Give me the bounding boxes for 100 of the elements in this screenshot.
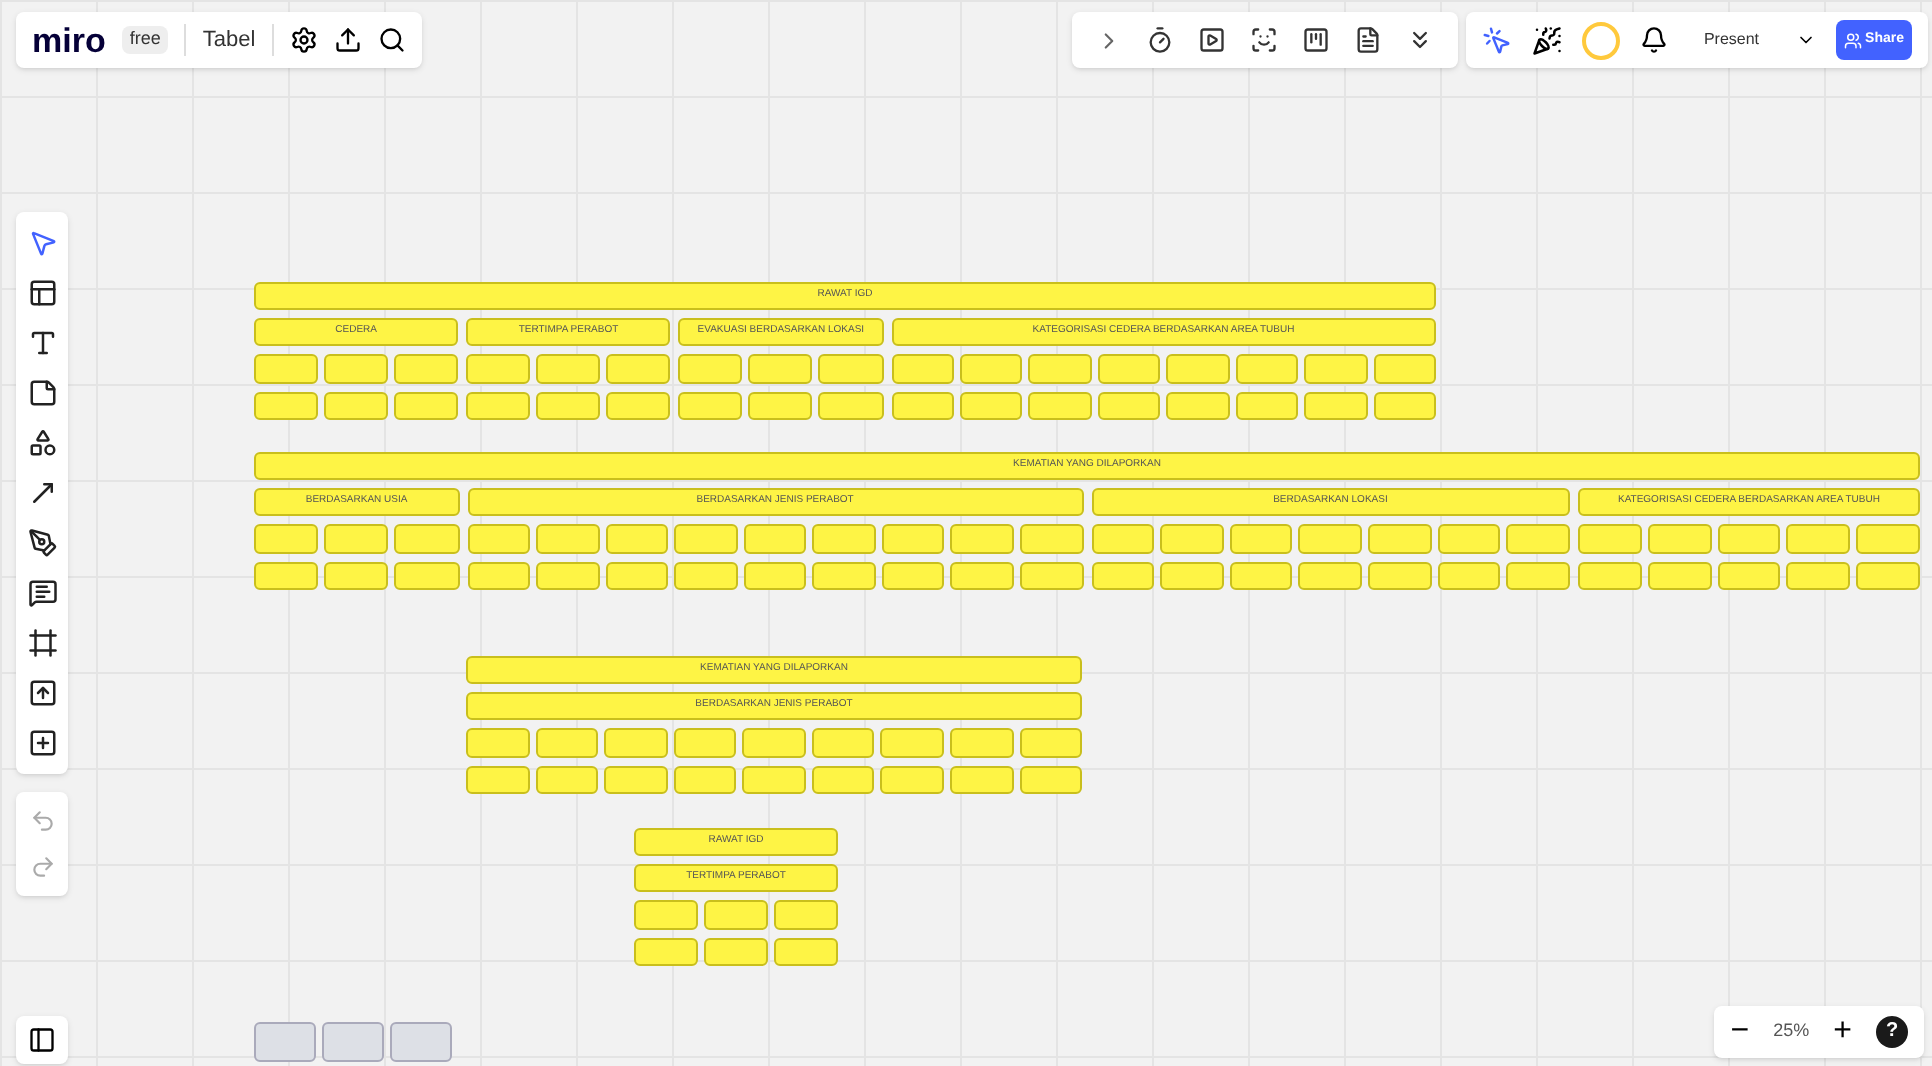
table-cell [634,938,698,966]
table-cell [1229,562,1293,590]
reaction-icon[interactable] [1531,25,1562,55]
table-cell [1166,392,1230,420]
table-cell [812,562,876,590]
document-icon[interactable] [1353,26,1382,54]
frame-icon[interactable] [27,628,57,658]
table-cell [950,562,1014,590]
table-cell [1368,524,1432,554]
table-cell [811,728,875,758]
timer-icon[interactable] [1145,26,1174,54]
text-icon[interactable] [27,328,57,358]
table-cell [466,766,530,794]
table-cell [742,728,806,758]
notification-icon[interactable] [1639,26,1668,54]
table-cell [1506,524,1570,554]
table-cell [674,524,738,554]
shapes-icon[interactable] [27,428,57,458]
table-cell [743,562,807,590]
table-cell [1298,524,1363,554]
table-cell [1647,562,1712,590]
table-cell [1368,562,1432,590]
table-cell [604,766,668,794]
table-cell [1786,524,1851,554]
table-cell [1097,354,1161,384]
comment-icon[interactable] [27,578,57,608]
table-cell [606,392,671,420]
focus-icon[interactable] [1249,26,1278,54]
template-icon[interactable] [27,278,57,308]
table-cell [774,900,838,930]
table-cell [467,562,531,590]
cursor-icon[interactable] [1481,25,1512,55]
table-cell [818,392,884,420]
table-cell [774,938,838,966]
table-cell [634,900,698,930]
table-cell [673,728,737,758]
board-title[interactable]: Tabel [202,23,256,57]
table-cell [1373,354,1437,384]
table-cell [880,766,944,794]
upload-icon[interactable] [333,26,362,54]
table-cell [704,938,768,966]
select-icon[interactable] [27,228,57,258]
settings-icon[interactable] [289,26,318,54]
table-cell [1166,354,1230,384]
table-cell [743,524,807,554]
table-cell [1229,524,1293,554]
table-cell [880,728,944,758]
table-cell [466,392,531,420]
search-icon[interactable] [377,26,406,54]
pen-icon[interactable] [27,528,57,558]
table-cell [1298,562,1363,590]
table-cell [1019,766,1083,794]
table-cell [1577,524,1642,554]
table-cell [394,354,459,384]
zoom-out-button[interactable]: − [1730,1016,1750,1048]
add-icon[interactable] [27,728,57,758]
table-cell [949,728,1013,758]
table-cell [1856,562,1921,590]
table-cell [536,562,600,590]
table-cell [254,354,319,384]
table-cell [891,354,954,384]
arrow-icon[interactable] [27,478,57,508]
logo[interactable]: miro [32,23,106,57]
table-cell [674,562,738,590]
table-cell [254,392,319,420]
sticky-note-icon[interactable] [27,378,57,408]
table-cell [1856,524,1921,554]
table-cell [959,354,1023,384]
table-cell [811,766,875,794]
panel-icon[interactable] [28,1026,56,1054]
table-cell [881,562,945,590]
table-cell [1160,524,1224,554]
table-cell [818,354,884,384]
table-cell [1786,562,1851,590]
kanban-icon[interactable] [1301,26,1330,54]
table-cell [394,524,460,554]
table-cell [1019,728,1083,758]
table-cell [1506,562,1570,590]
table-cell [704,900,768,930]
people-icon [1843,31,1862,49]
present-button[interactable]: Present [1687,20,1776,60]
table-cell [394,392,459,420]
table-cell [324,392,389,420]
table-cell [959,392,1023,420]
table-cell [1235,354,1299,384]
table-cell [1717,524,1781,554]
table-cell [1437,524,1501,554]
table-cell [1304,392,1368,420]
table-cell [949,766,1013,794]
zoom-level: 25% [1773,1018,1810,1045]
zoom-in-button[interactable]: + [1833,1016,1852,1048]
help-button[interactable]: ? [1876,1016,1908,1048]
table-cell [605,562,669,590]
table-cell [1091,562,1155,590]
table-cell [1028,392,1092,420]
table-cell [748,392,813,420]
table-cell [467,524,531,554]
upload-icon[interactable] [27,678,57,708]
table-cell [1235,392,1299,420]
shape-cell [322,1022,384,1062]
